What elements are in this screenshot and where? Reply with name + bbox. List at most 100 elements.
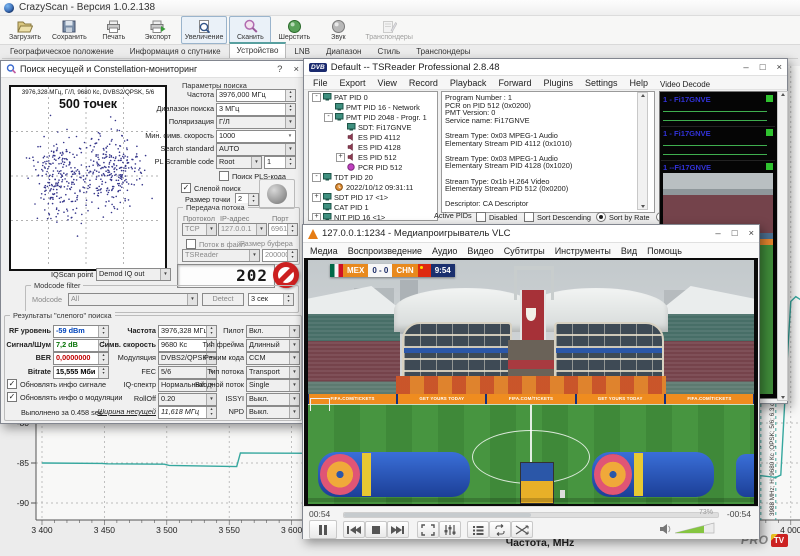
menu-item[interactable]: Помощь [642,246,687,256]
tree-item[interactable]: SDT: Fi17GNVE [309,122,437,132]
tree-item[interactable]: + NIT PID 16 <1> [309,212,437,221]
maximize-button[interactable]: □ [732,228,738,239]
tab[interactable]: Устройство [229,42,287,58]
param-field[interactable]: 3976,000 МГц [216,89,296,102]
protocol-select[interactable]: TCP [182,223,217,236]
decode-entry-audio[interactable]: 1 - Fi17GNVE [661,93,775,127]
info-scrollbar[interactable] [637,92,648,210]
minimize-button[interactable]: – [743,62,748,73]
tree-item[interactable]: PCR PID 512 [309,162,437,172]
tab[interactable]: LNB [286,44,318,58]
result-value-field[interactable]: Transport [246,366,300,379]
param-field[interactable]: Г/Л [216,116,296,129]
tab[interactable]: Географическое положение [2,44,122,58]
toolbar-button[interactable]: Транспондеры [361,16,417,44]
tree-item[interactable]: - PAT PID 0 [309,92,437,102]
update-signal-checkbox[interactable]: Обновлять инфо сигнале [7,379,106,389]
tree-item[interactable]: CAT PID 1 [309,202,437,212]
stop-button[interactable] [365,521,387,538]
detect-interval-input[interactable]: 3 сек [248,293,294,306]
tree-expander[interactable]: + [312,193,321,202]
result-value-field[interactable]: Длинный [246,339,300,352]
tree-expander[interactable]: + [336,153,345,162]
loop-button[interactable] [489,521,511,538]
result-value-field[interactable]: CCM [246,352,300,365]
seek-bar[interactable] [343,512,719,518]
scroll-down-icon[interactable] [641,205,645,208]
result-value-field[interactable]: Выкл. [246,393,300,406]
tree-expander[interactable]: + [312,213,321,222]
sort-descending-checkbox[interactable]: Sort Descending [524,212,591,222]
menu-item[interactable]: Settings [579,78,624,88]
iqscan-select[interactable]: Demod IQ out [96,268,171,281]
param-field[interactable]: 1000 [216,130,296,143]
extended-settings-button[interactable] [439,521,461,538]
toolbar-button[interactable]: Увеличение [181,16,228,44]
disabled-checkbox[interactable]: Disabled [476,212,517,222]
tree-expander[interactable]: - [312,93,321,102]
menu-item[interactable]: Export [334,78,372,88]
toolbar-button[interactable]: Сохранить [48,16,91,44]
minimize-button[interactable]: – [715,228,720,239]
menu-item[interactable]: Record [403,78,444,88]
menu-item[interactable]: Help [624,78,655,88]
result-value-field[interactable]: Вкл. [246,325,300,338]
previous-button[interactable] [343,521,365,538]
tab[interactable]: Транспондеры [408,44,478,58]
scroll-up-icon[interactable] [781,93,785,96]
tree-item[interactable]: - TDT PID 20 [309,172,437,182]
menu-item[interactable]: Playback [444,78,493,88]
toolbar-button[interactable]: Шерстить [273,16,315,44]
modcode-select[interactable]: All [68,293,198,306]
port-input[interactable]: 6961 [268,223,298,236]
tree-item[interactable]: 2022/10/12 09:31:11 [309,182,437,192]
shuffle-button[interactable] [511,521,533,538]
pl-mode-select[interactable]: Root [216,156,262,169]
pl-code-input[interactable]: 1 [264,156,296,169]
tab[interactable]: Стиль [369,44,408,58]
menu-item[interactable]: Инструменты [550,246,616,256]
menu-item[interactable]: Видео [462,246,498,256]
fullscreen-button[interactable] [417,521,439,538]
toolbar-button[interactable]: Загрузить [4,16,46,44]
close-button[interactable]: × [748,228,754,239]
toolbar-button[interactable]: Экспорт [137,16,179,44]
next-button[interactable] [387,521,409,538]
menu-item[interactable]: Аудио [427,246,462,256]
update-modulation-checkbox[interactable]: Обновлять инфо о модуляции [7,392,123,402]
menu-item[interactable]: Медиа [305,246,343,256]
buffer-size-input[interactable]: 200000 [262,249,298,262]
playlist-button[interactable] [467,521,489,538]
param-field[interactable]: 3 МГц [216,103,296,116]
help-button[interactable]: ? [277,64,282,75]
menu-item[interactable]: Субтитры [499,246,550,256]
result-value-field[interactable]: Single [246,379,300,392]
stream-to-file-checkbox[interactable]: Поток в файл [186,239,245,249]
maximize-button[interactable]: □ [760,62,766,73]
result-value-field[interactable]: Выкл. [246,406,300,419]
tree-item[interactable]: + ES PID 512 [309,152,437,162]
pause-button[interactable] [309,520,337,539]
tree-item[interactable]: PMT PID 16 - Network [309,102,437,112]
toolbar-button[interactable]: Сканить [229,16,271,44]
volume-slider[interactable] [675,522,715,536]
scroll-up-icon[interactable] [641,94,645,97]
sort-by-rate-radio[interactable]: Sort by Rate [596,212,650,222]
video-frame[interactable]: FIFA.COM/TICKETSGET YOURS TODAYFIFA.COM/… [304,258,758,506]
detect-button[interactable]: Detect [202,293,244,306]
scroll-down-icon[interactable] [781,396,785,399]
tab[interactable]: Информация о спутнике [122,44,229,58]
close-button[interactable]: × [776,62,782,73]
blind-scan-button[interactable] [259,179,295,209]
menu-item[interactable]: File [307,78,334,88]
toolbar-button[interactable]: Печать [93,16,135,44]
stream-reader-select[interactable]: TSReader [182,249,260,262]
menu-item[interactable]: Plugins [537,78,579,88]
blind-search-checkbox[interactable]: Слепой поиск [181,183,241,193]
video-decode-scrollbar[interactable] [777,91,788,401]
tree-item[interactable]: ES PID 4112 [309,132,437,142]
menu-item[interactable]: Forward [492,78,537,88]
tree-item[interactable]: + SDT PID 17 <1> [309,192,437,202]
menu-item[interactable]: Вид [616,246,642,256]
tree-expander[interactable]: - [312,173,321,182]
